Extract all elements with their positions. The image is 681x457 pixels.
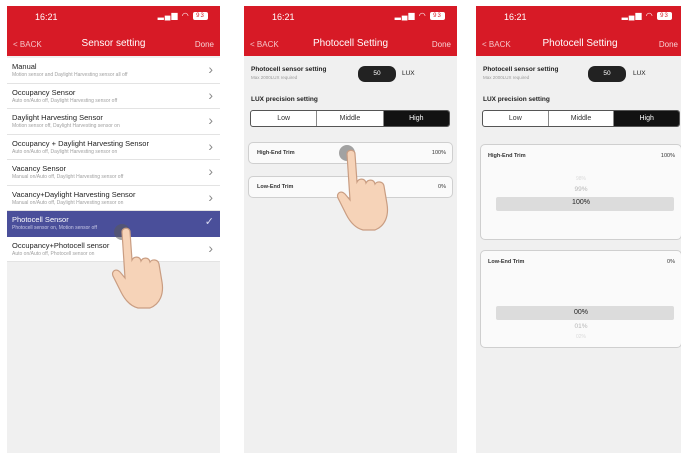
item-title: Daylight Harvesting Sensor bbox=[12, 113, 103, 122]
high-end-trim-value: 100% bbox=[431, 150, 446, 156]
item-title: Occupancy+Photocell sensor bbox=[12, 240, 110, 250]
picker-option[interactable]: 01% bbox=[481, 323, 681, 330]
picker-option-selected[interactable]: 100% bbox=[481, 199, 681, 206]
wifi-icon: ◠ bbox=[418, 11, 427, 20]
high-end-trim-card: High-End Trim 100% 98% 99% 100% bbox=[480, 144, 681, 240]
sensor-setting-screen: 16:21 ▂▄▆ ◠ 93 < BACK Sensor setting Don… bbox=[7, 6, 220, 453]
pointing-hand-icon bbox=[336, 149, 389, 231]
lux-unit-label: LUX bbox=[633, 70, 646, 77]
status-bar: 16:21 ▂▄▆ ◠ 93 bbox=[244, 10, 457, 24]
done-button[interactable]: Done bbox=[659, 40, 678, 49]
page-title: Photocell Setting bbox=[542, 38, 618, 49]
item-subtitle: Auto on/Auto off, Photocell sensor on bbox=[12, 250, 95, 257]
low-end-trim-label: Low-End Trim bbox=[488, 259, 525, 265]
status-bar: 16:21 ▂▄▆ ◠ 93 bbox=[7, 10, 220, 24]
high-end-trim-value: 100% bbox=[660, 153, 675, 159]
nav-bar: 16:21 ▂▄▆ ◠ 93 < BACK Sensor setting Don… bbox=[7, 6, 220, 56]
photocell-sensor-label: Photocell sensor setting bbox=[251, 66, 327, 73]
low-end-trim-value: 0% bbox=[667, 259, 675, 265]
item-title: Manual bbox=[12, 62, 37, 71]
low-end-trim-card: Low-End Trim 0% 00% 01% 02% bbox=[480, 250, 681, 348]
segment-low[interactable]: Low bbox=[251, 111, 318, 126]
status-time: 16:21 bbox=[504, 12, 527, 22]
lux-unit-label: LUX bbox=[402, 70, 415, 77]
picker-option[interactable]: 99% bbox=[481, 186, 681, 193]
status-icons: ▂▄▆ ◠ 93 bbox=[622, 11, 672, 20]
battery-icon: 93 bbox=[193, 11, 208, 20]
chevron-right-icon: › bbox=[208, 86, 213, 103]
chevron-right-icon: › bbox=[208, 239, 213, 256]
high-end-trim-label: High-End Trim bbox=[257, 150, 295, 156]
photocell-setting-picker-screen: 16:21 ▂▄▆ ◠ 93 < BACK Photocell Setting … bbox=[476, 6, 681, 453]
wifi-icon: ◠ bbox=[181, 11, 190, 20]
lux-value-input[interactable]: 50 bbox=[588, 66, 626, 82]
photocell-setting-screen: 16:21 ▂▄▆ ◠ 93 < BACK Photocell Setting … bbox=[244, 6, 457, 453]
battery-icon: 93 bbox=[430, 11, 445, 20]
list-item-vacancy[interactable]: Vacancy Sensor Manual on/Auto off, Dayli… bbox=[7, 160, 220, 186]
status-time: 16:21 bbox=[272, 12, 295, 22]
item-subtitle: Auto on/Auto off, Daylight Harvesting se… bbox=[12, 97, 118, 104]
segment-low[interactable]: Low bbox=[483, 111, 549, 126]
lux-precision-label: LUX precision setting bbox=[251, 96, 318, 103]
chevron-right-icon: › bbox=[208, 137, 213, 154]
list-item-occupancy[interactable]: Occupancy Sensor Auto on/Auto off, Dayli… bbox=[7, 83, 220, 109]
done-button[interactable]: Done bbox=[432, 40, 451, 49]
page-title: Sensor setting bbox=[81, 38, 146, 49]
list-item-vacancy-daylight[interactable]: Vacancy+Daylight Harvesting Sensor Manua… bbox=[7, 185, 220, 211]
chevron-right-icon: › bbox=[208, 188, 213, 205]
chevron-right-icon: › bbox=[208, 163, 213, 179]
segment-high[interactable]: High bbox=[614, 111, 679, 126]
item-subtitle: Manual on/Auto off, Daylight Harvesting … bbox=[12, 174, 124, 180]
list-item-occupancy-daylight[interactable]: Occupancy + Daylight Harvesting Sensor A… bbox=[7, 134, 220, 160]
signal-icon: ▂▄▆ bbox=[157, 11, 179, 20]
done-button[interactable]: Done bbox=[195, 40, 214, 49]
low-end-trim-value: 0% bbox=[438, 184, 446, 190]
item-subtitle: Manual on/Auto off, Daylight Harvesting … bbox=[12, 199, 124, 206]
item-title: Photocell Sensor bbox=[12, 215, 69, 224]
status-time: 16:21 bbox=[35, 12, 58, 22]
item-subtitle: Photocell sensor on, Motion sensor off bbox=[12, 225, 97, 231]
item-title: Vacancy+Daylight Harvesting Sensor bbox=[12, 189, 136, 199]
item-title: Vacancy Sensor bbox=[12, 164, 67, 173]
item-title: Occupancy Sensor bbox=[12, 87, 76, 97]
segment-middle[interactable]: Middle bbox=[317, 111, 384, 126]
battery-icon: 93 bbox=[657, 11, 672, 20]
item-subtitle: Auto on/Auto off, Daylight Harvesting se… bbox=[12, 148, 118, 155]
pointing-hand-icon bbox=[111, 227, 164, 309]
high-end-trim-label: High-End Trim bbox=[488, 153, 526, 159]
lux-precision-segmented-control: Low Middle High bbox=[482, 110, 680, 127]
list-item-manual[interactable]: Manual Motion sensor and Daylight Harves… bbox=[7, 58, 220, 84]
segment-high[interactable]: High bbox=[383, 111, 449, 126]
page-title: Photocell Setting bbox=[312, 38, 389, 49]
status-icons: ▂▄▆ ◠ 93 bbox=[158, 11, 208, 20]
nav-bar: 16:21 ▂▄▆ ◠ 93 < BACK Photocell Setting … bbox=[244, 6, 457, 56]
lux-value-input[interactable]: 50 bbox=[358, 66, 396, 82]
lux-precision-segmented-control: Low Middle High bbox=[250, 110, 450, 127]
signal-icon: ▂▄▆ bbox=[394, 11, 416, 20]
photocell-sensor-hint: Max 2000LUX required bbox=[483, 75, 530, 80]
segment-middle[interactable]: Middle bbox=[549, 111, 615, 126]
status-bar: 16:21 ▂▄▆ ◠ 93 bbox=[476, 10, 681, 24]
photocell-sensor-hint: Max 2000LUX required bbox=[251, 75, 298, 80]
picker-option[interactable]: 02% bbox=[481, 334, 681, 340]
nav-bar: 16:21 ▂▄▆ ◠ 93 < BACK Photocell Setting … bbox=[476, 6, 681, 56]
chevron-right-icon: › bbox=[208, 61, 213, 77]
signal-icon: ▂▄▆ bbox=[621, 11, 643, 20]
checkmark-icon: ✓ bbox=[204, 216, 214, 228]
low-end-trim-label: Low-End Trim bbox=[257, 184, 294, 190]
picker-option-selected[interactable]: 00% bbox=[481, 309, 681, 316]
photocell-sensor-label: Photocell sensor setting bbox=[483, 66, 559, 73]
status-icons: ▂▄▆ ◠ 93 bbox=[395, 11, 445, 20]
list-item-daylight[interactable]: Daylight Harvesting Sensor Motion sensor… bbox=[7, 109, 220, 135]
chevron-right-icon: › bbox=[208, 112, 213, 128]
item-subtitle: Motion sensor off, Daylight Harvesting s… bbox=[12, 123, 120, 129]
wifi-icon: ◠ bbox=[645, 11, 654, 20]
item-title: Occupancy + Daylight Harvesting Sensor bbox=[12, 138, 149, 148]
picker-option[interactable]: 98% bbox=[481, 176, 681, 182]
lux-precision-label: LUX precision setting bbox=[483, 96, 550, 103]
item-subtitle: Motion sensor and Daylight Harvesting se… bbox=[12, 72, 128, 78]
